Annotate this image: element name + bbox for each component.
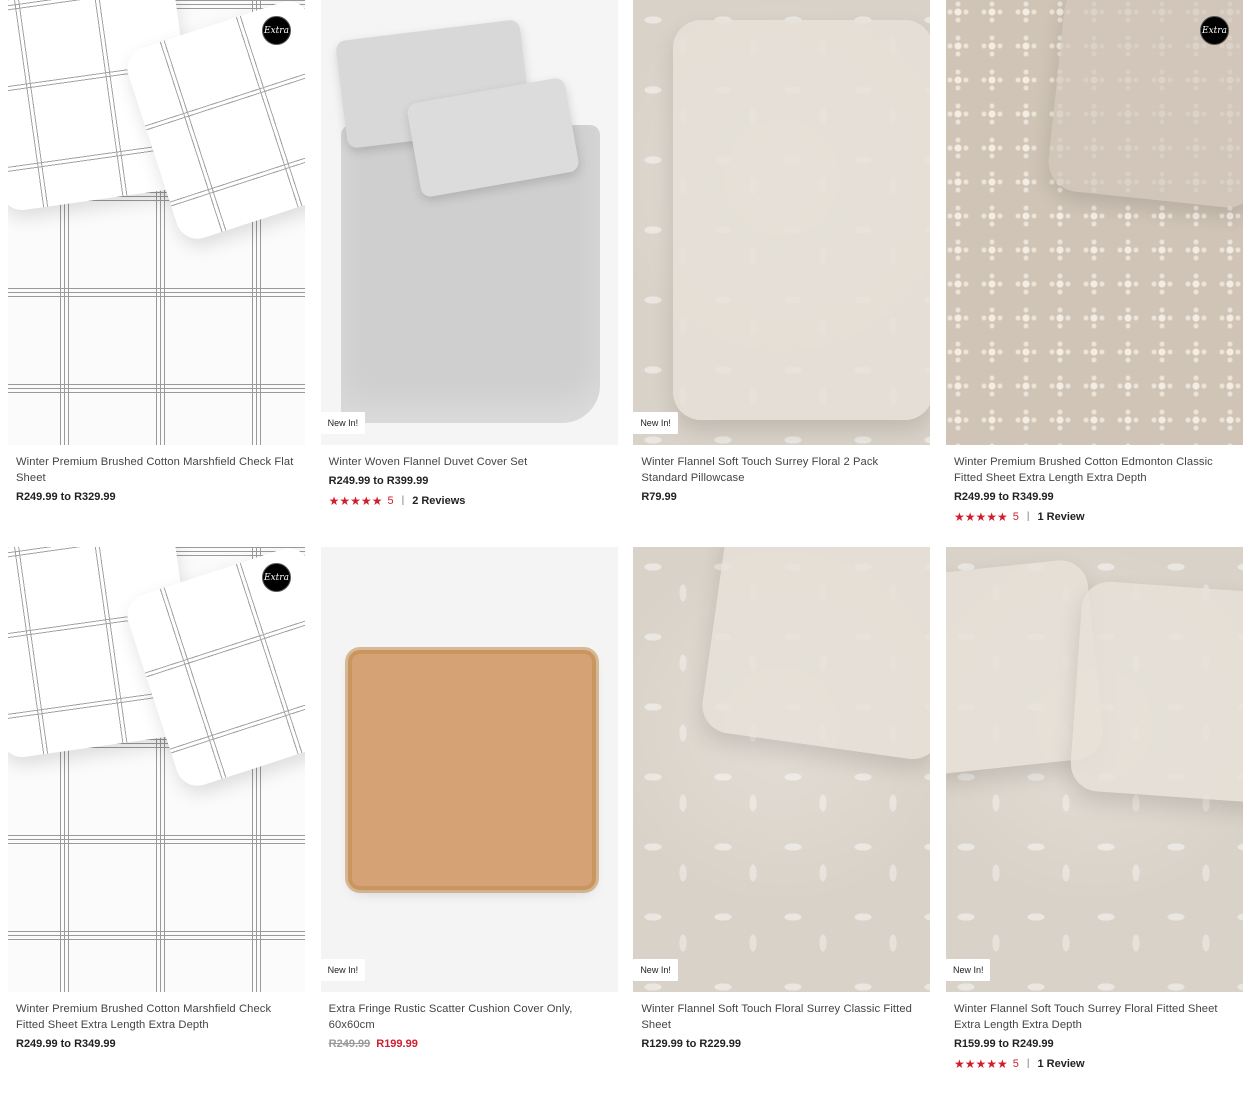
product-name[interactable]: Winter Flannel Soft Touch Floral Surrey … bbox=[641, 1001, 922, 1033]
product-card[interactable]: Extra Winter Premium Brushed Cotton Mars… bbox=[8, 547, 305, 1093]
product-image[interactable]: New In! bbox=[945, 547, 1243, 992]
divider: | bbox=[1026, 1058, 1030, 1069]
product-rating[interactable]: ★★★★★ 5 | 1 Review bbox=[954, 509, 1235, 525]
product-name[interactable]: Winter Premium Brushed Cotton Marshfield… bbox=[16, 1001, 297, 1033]
product-card[interactable]: New In! Winter Woven Flannel Duvet Cover… bbox=[320, 0, 618, 547]
reviews-link[interactable]: 2 Reviews bbox=[412, 493, 465, 509]
new-in-badge: New In! bbox=[633, 959, 678, 981]
product-image[interactable]: New In! bbox=[633, 547, 931, 992]
divider: | bbox=[401, 495, 405, 506]
product-name[interactable]: Winter Premium Brushed Cotton Marshfield… bbox=[16, 454, 297, 486]
new-in-badge: New In! bbox=[945, 959, 991, 981]
product-price: R249.99 to R329.99 bbox=[16, 491, 116, 503]
new-in-badge: New In! bbox=[633, 412, 678, 434]
product-card[interactable]: New In! Winter Flannel Soft Touch Floral… bbox=[633, 547, 931, 1093]
rating-score: 5 bbox=[1012, 1058, 1019, 1070]
product-card[interactable]: New In! Winter Flannel Soft Touch Surrey… bbox=[945, 547, 1243, 1093]
product-name[interactable]: Winter Flannel Soft Touch Surrey Floral … bbox=[954, 1001, 1235, 1033]
product-name[interactable]: Winter Premium Brushed Cotton Edmonton C… bbox=[954, 454, 1235, 486]
extra-logo-icon: Extra bbox=[262, 16, 291, 45]
product-image[interactable]: Extra bbox=[8, 547, 305, 992]
star-icon: ★★★★★ bbox=[328, 494, 383, 508]
reviews-link[interactable]: 1 Review bbox=[1038, 509, 1085, 525]
price-was: R249.99 bbox=[328, 1038, 371, 1050]
divider: | bbox=[1026, 511, 1030, 522]
new-in-badge: New In! bbox=[320, 959, 366, 981]
price-now: R199.99 bbox=[376, 1038, 418, 1050]
reviews-link[interactable]: 1 Review bbox=[1038, 1056, 1085, 1072]
product-image[interactable]: New In! bbox=[320, 0, 618, 445]
product-rating[interactable]: ★★★★★ 5 | 2 Reviews bbox=[329, 493, 610, 509]
product-price: R129.99 to R229.99 bbox=[641, 1038, 741, 1050]
star-icon: ★★★★★ bbox=[953, 1057, 1008, 1071]
product-price: R249.99 to R349.99 bbox=[16, 1038, 116, 1050]
product-image[interactable]: New In! bbox=[633, 0, 931, 445]
star-icon: ★★★★★ bbox=[953, 510, 1008, 524]
product-card[interactable]: New In! Extra Fringe Rustic Scatter Cush… bbox=[320, 547, 618, 1093]
product-grid: Extra Winter Premium Brushed Cotton Mars… bbox=[8, 0, 1243, 1093]
extra-logo-icon: Extra bbox=[262, 563, 291, 592]
product-card[interactable]: Extra Winter Premium Brushed Cotton Edmo… bbox=[945, 0, 1243, 547]
product-price: R249.99 R199.99 bbox=[329, 1037, 610, 1052]
product-name[interactable]: Extra Fringe Rustic Scatter Cushion Cove… bbox=[329, 1001, 610, 1033]
product-price: R79.99 bbox=[641, 491, 677, 503]
product-name[interactable]: Winter Woven Flannel Duvet Cover Set bbox=[329, 454, 610, 470]
product-rating[interactable]: ★★★★★ 5 | 1 Review bbox=[954, 1056, 1235, 1072]
product-price: R159.99 to R249.99 bbox=[953, 1038, 1054, 1050]
product-price: R249.99 to R399.99 bbox=[328, 475, 429, 487]
product-price: R249.99 to R349.99 bbox=[953, 491, 1054, 503]
rating-score: 5 bbox=[1012, 511, 1019, 523]
extra-logo-icon: Extra bbox=[1199, 16, 1229, 45]
new-in-badge: New In! bbox=[320, 412, 366, 434]
product-image[interactable]: New In! bbox=[320, 547, 618, 992]
product-card[interactable]: New In! Winter Flannel Soft Touch Surrey… bbox=[633, 0, 931, 547]
rating-score: 5 bbox=[387, 495, 394, 507]
product-image[interactable]: Extra bbox=[945, 0, 1243, 445]
product-name[interactable]: Winter Flannel Soft Touch Surrey Floral … bbox=[641, 454, 922, 486]
product-card[interactable]: Extra Winter Premium Brushed Cotton Mars… bbox=[8, 0, 305, 547]
product-image[interactable]: Extra bbox=[8, 0, 305, 445]
